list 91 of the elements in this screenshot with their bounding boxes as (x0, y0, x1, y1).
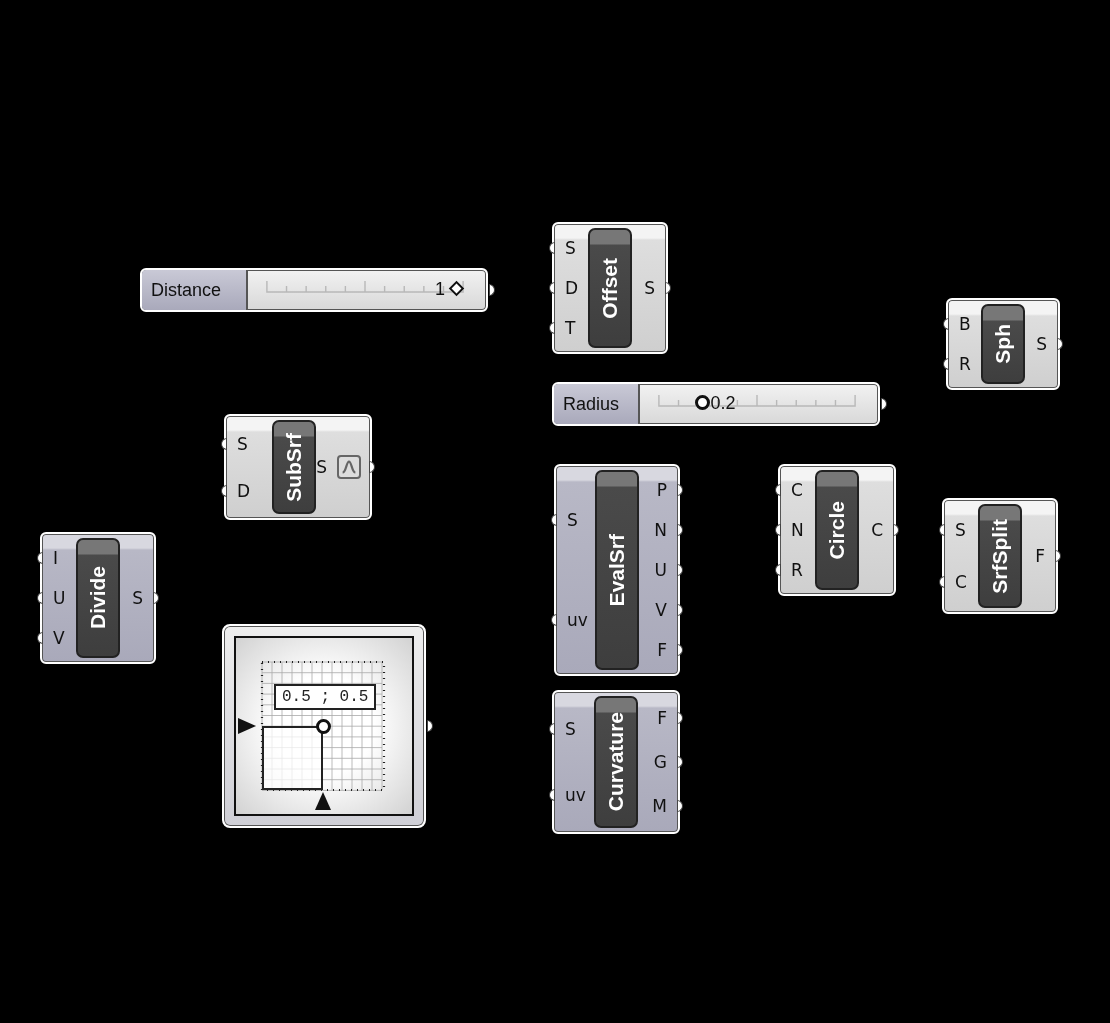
input-label: C (955, 572, 967, 592)
component-name[interactable]: Curvature (594, 696, 638, 828)
output-label: S (316, 457, 327, 477)
output-label: S (644, 278, 655, 298)
grip[interactable] (1055, 550, 1061, 562)
output-label: F (1035, 546, 1045, 566)
grip[interactable] (775, 484, 781, 496)
grip[interactable] (775, 524, 781, 536)
grip[interactable] (677, 644, 683, 656)
output-label: M (652, 796, 667, 816)
grip[interactable] (551, 514, 557, 526)
input-label: D (237, 480, 251, 501)
grip[interactable] (881, 398, 887, 410)
input-label: V (53, 628, 65, 648)
output-label: V (655, 600, 667, 620)
component-body[interactable]: B R Sph S (946, 298, 1060, 390)
grip[interactable] (677, 756, 683, 768)
output-label: N (654, 520, 667, 540)
grip[interactable] (677, 524, 683, 536)
slider-label: Radius (554, 384, 640, 424)
input-label: S (237, 433, 248, 454)
output-label: F (657, 708, 667, 728)
input-label: R (959, 354, 971, 374)
grip[interactable] (1057, 338, 1063, 350)
input-label: I (53, 548, 58, 568)
input-label: uv (567, 610, 588, 630)
input-label: U (53, 588, 66, 608)
input-label: C (791, 480, 803, 500)
component-body[interactable]: S D SubSrf S (224, 414, 372, 520)
grip[interactable] (551, 614, 557, 626)
input-label: S (565, 238, 576, 258)
input-label: S (565, 719, 576, 739)
output-label: F (657, 640, 667, 660)
input-label: B (959, 314, 971, 334)
grip[interactable] (37, 552, 43, 564)
grip[interactable] (665, 282, 671, 294)
component-name[interactable]: Circle (815, 470, 859, 590)
grip[interactable] (677, 484, 683, 496)
component-body[interactable]: C N R Circle C (778, 464, 896, 596)
grip[interactable] (549, 322, 555, 334)
input-label: S (567, 510, 578, 530)
grip[interactable] (677, 604, 683, 616)
component-name[interactable]: Sph (981, 304, 1025, 384)
input-label: T (565, 318, 576, 338)
grip[interactable] (489, 284, 495, 296)
slider-value: 0.2 (710, 393, 736, 414)
output-label: C (871, 520, 883, 540)
component-body[interactable]: S C SrfSplit F (942, 498, 1058, 614)
slider-label: Distance (142, 270, 248, 310)
grip[interactable] (943, 358, 949, 370)
grip[interactable] (369, 461, 375, 473)
grip[interactable] (677, 800, 683, 812)
output-label: S (1036, 334, 1047, 354)
slider-value: 1 (435, 279, 445, 300)
output-label: U (654, 560, 667, 580)
component-name[interactable]: SrfSplit (978, 504, 1022, 608)
grip[interactable] (677, 564, 683, 576)
grip[interactable] (549, 282, 555, 294)
component-body[interactable]: S uv Curvature F G M (552, 690, 680, 834)
grip[interactable] (37, 632, 43, 644)
output-label: P (656, 480, 667, 500)
output-label: G (653, 752, 667, 772)
input-label: uv (565, 785, 586, 805)
grip[interactable] (221, 437, 227, 450)
grip[interactable] (549, 789, 555, 801)
component-name[interactable]: Offset (588, 228, 632, 348)
component-body[interactable]: I U V Divide S (40, 532, 156, 664)
grip[interactable] (549, 723, 555, 735)
input-label: S (955, 520, 966, 540)
grip[interactable] (221, 484, 227, 497)
grip[interactable] (427, 720, 433, 732)
grip[interactable] (943, 318, 949, 330)
component-name[interactable]: Divide (76, 538, 120, 658)
input-label: D (565, 278, 579, 298)
component-body[interactable]: S uv EvalSrf P N U V F (554, 464, 680, 676)
input-label: N (791, 520, 804, 540)
grip[interactable] (677, 712, 683, 724)
grip[interactable] (775, 564, 781, 576)
component-body[interactable]: S D T Offset S (552, 222, 668, 354)
grip[interactable] (153, 592, 159, 604)
component-name[interactable]: SubSrf (272, 420, 317, 514)
grip[interactable] (939, 524, 945, 536)
curve-icon[interactable] (337, 455, 361, 479)
output-label: S (132, 588, 143, 608)
round-handle[interactable] (694, 395, 710, 410)
component-name[interactable]: EvalSrf (595, 470, 639, 670)
grip[interactable] (893, 524, 899, 536)
grip[interactable] (939, 576, 945, 588)
grip[interactable] (549, 242, 555, 254)
grip[interactable] (37, 592, 43, 604)
input-label: R (791, 560, 803, 580)
